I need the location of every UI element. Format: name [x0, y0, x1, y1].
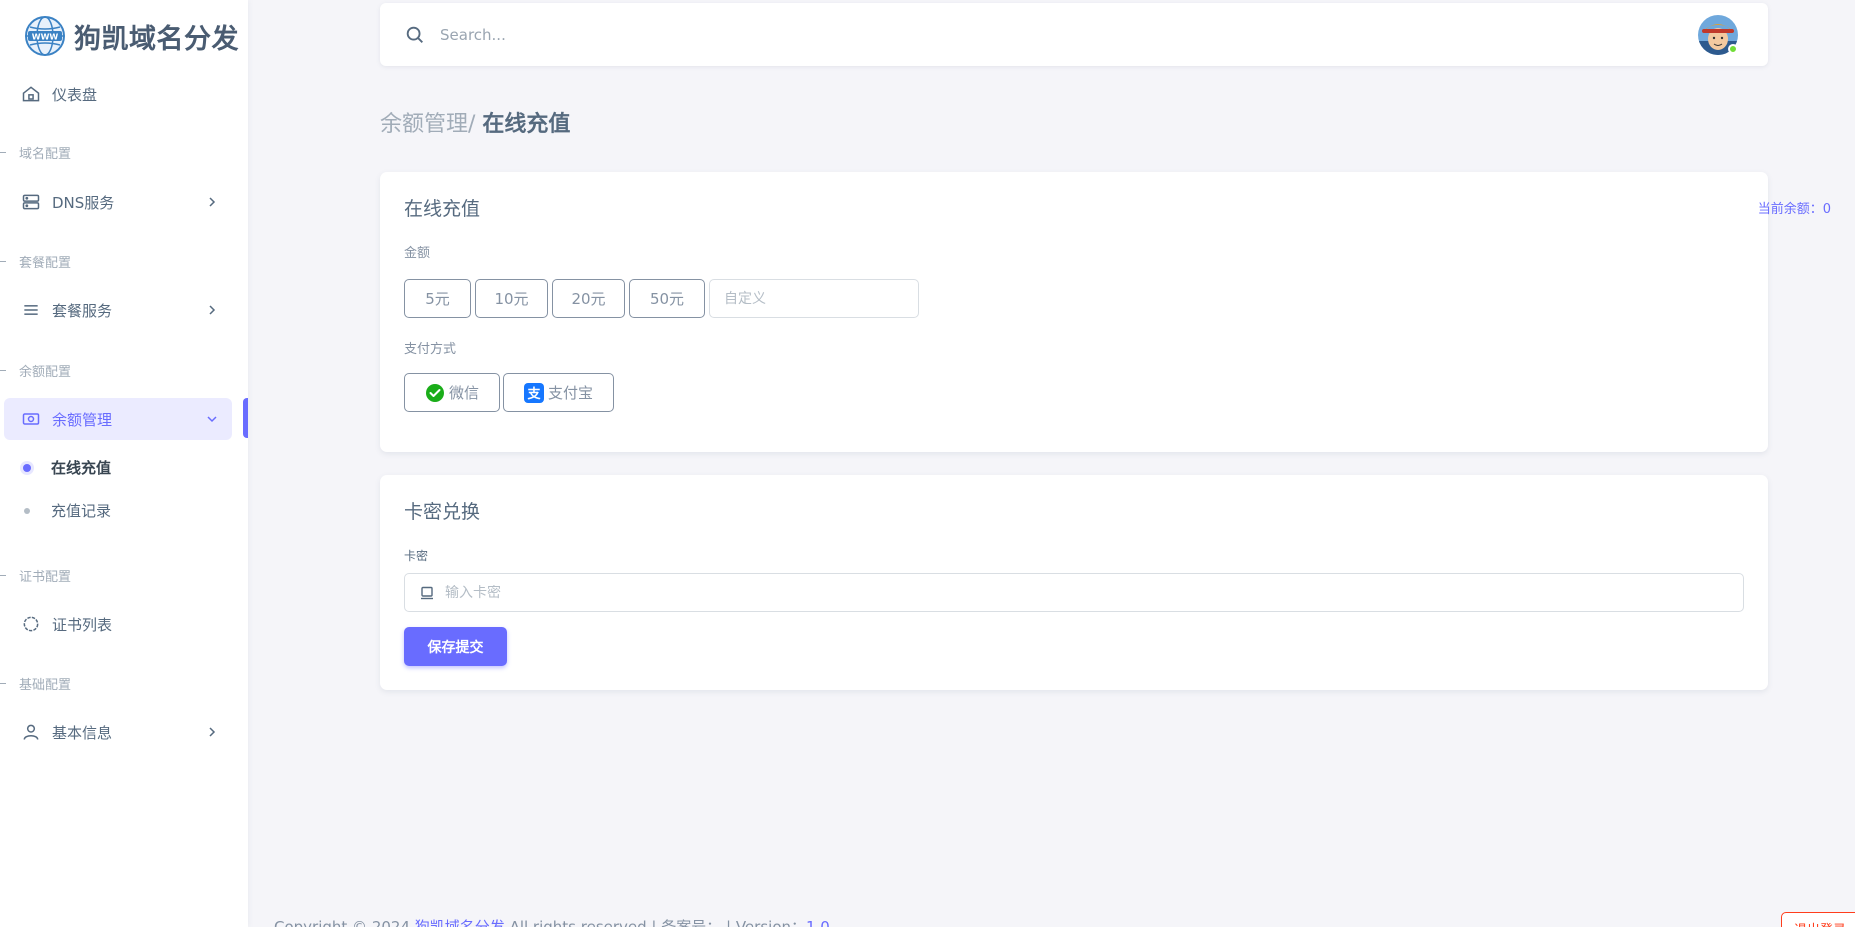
footer-brand-link[interactable]: 狗凯域名分发 [415, 918, 505, 927]
user-icon [20, 721, 42, 743]
logout-button[interactable]: 退出登录 [1781, 912, 1855, 927]
footer-info: All rights reserved | 备案号： | Version： [504, 918, 806, 927]
avatar[interactable] [1698, 15, 1738, 55]
sidebar-item-balance[interactable]: 余额管理 [4, 398, 232, 440]
sidebar-subitem-recharge-records[interactable]: 充值记录 [24, 500, 111, 521]
footer: Copyright © 2024 狗凯域名分发 All rights reser… [274, 916, 830, 927]
save-submit-button[interactable]: 保存提交 [404, 627, 507, 666]
sidebar-item-dns[interactable]: DNS服务 [4, 181, 232, 223]
chevron-right-icon [209, 197, 216, 207]
breadcrumb-parent[interactable]: 余额管理/ [380, 112, 482, 137]
section-header-domain: 域名配置 [0, 143, 71, 162]
section-header-package: 套餐配置 [0, 252, 71, 271]
custom-amount-input[interactable] [709, 279, 919, 318]
amount-label: 金额 [404, 246, 431, 261]
search-icon [406, 26, 423, 43]
home-icon [20, 83, 42, 105]
amount-10-button[interactable]: 10元 [475, 279, 548, 318]
wechat-pay-button[interactable]: 微信 [404, 373, 500, 412]
recharge-card-title: 在线充值 [404, 198, 481, 220]
amount-20-button[interactable]: 20元 [552, 279, 625, 318]
card-key-input[interactable] [445, 584, 1725, 601]
top-navbar [380, 3, 1768, 66]
sidebar-item-label: 证书列表 [52, 615, 113, 634]
card-key-field[interactable] [404, 573, 1744, 612]
alipay-label: 支付宝 [547, 384, 593, 402]
sidebar-item-label: 仪表盘 [52, 85, 98, 104]
money-icon [20, 408, 42, 430]
page-title: 在线充值 [482, 112, 571, 137]
svg-text:WWW: WWW [32, 33, 59, 42]
sidebar-item-package[interactable]: 套餐服务 [4, 289, 232, 331]
sidebar-item-label: 余额管理 [52, 410, 113, 429]
sidebar-item-cert-list[interactable]: 证书列表 [4, 603, 232, 645]
search-input[interactable] [440, 25, 1240, 44]
current-balance: 当前余额：0 [1757, 202, 1831, 217]
wechat-icon [425, 383, 444, 402]
chevron-right-icon [209, 727, 216, 737]
redeem-card: 卡密兑换 卡密 保存提交 [380, 475, 1768, 690]
card-key-label: 卡密 [404, 549, 429, 563]
redeem-card-title: 卡密兑换 [404, 501, 481, 523]
logout-label: 退出登录 [1794, 919, 1846, 927]
brand[interactable]: WWW 狗凯域名分发 [0, 0, 248, 72]
payment-label: 支付方式 [404, 342, 457, 357]
amount-5-button[interactable]: 5元 [404, 279, 471, 318]
card-icon [421, 586, 433, 599]
svg-text:支: 支 [526, 386, 541, 402]
alipay-icon: 支 [523, 382, 544, 403]
globe-logo-icon: WWW [25, 16, 65, 56]
breadcrumb: 余额管理/ 在线充值 [380, 106, 570, 138]
chevron-right-icon [209, 305, 216, 315]
sidebar-item-dashboard[interactable]: 仪表盘 [4, 73, 232, 115]
alipay-button[interactable]: 支 支付宝 [503, 373, 614, 412]
amount-50-button[interactable]: 50元 [629, 279, 705, 318]
chevron-down-icon [207, 416, 217, 423]
sidebar-item-label: 套餐服务 [52, 301, 113, 320]
section-header-basic: 基础配置 [0, 674, 71, 693]
footer-version[interactable]: 1.0 [806, 918, 830, 927]
sidebar-item-label: 基本信息 [52, 723, 113, 742]
sidebar-item-basic-info[interactable]: 基本信息 [4, 711, 232, 753]
sidebar-subitem-recharge-online[interactable]: 在线充值 [23, 457, 111, 478]
recharge-card: 在线充值 金额 5元 10元 20元 50元 支付方式 微信 支 支付宝 [380, 172, 1768, 452]
brand-name: 狗凯域名分发 [74, 23, 239, 55]
server-icon [20, 191, 42, 213]
circle-icon [20, 613, 42, 635]
menu-icon [20, 299, 42, 321]
section-header-balance: 余额配置 [0, 361, 71, 380]
sidebar: WWW 狗凯域名分发 仪表盘 域名配置 DNS服务 套餐配置 套餐服务 余额配置 [0, 0, 248, 927]
wechat-pay-label: 微信 [448, 384, 479, 402]
section-header-cert: 证书配置 [0, 566, 71, 585]
sidebar-item-label: DNS服务 [52, 193, 115, 212]
footer-copyright: Copyright © 2024 [274, 918, 415, 927]
online-status-dot [1728, 44, 1738, 54]
active-indicator [243, 398, 248, 438]
